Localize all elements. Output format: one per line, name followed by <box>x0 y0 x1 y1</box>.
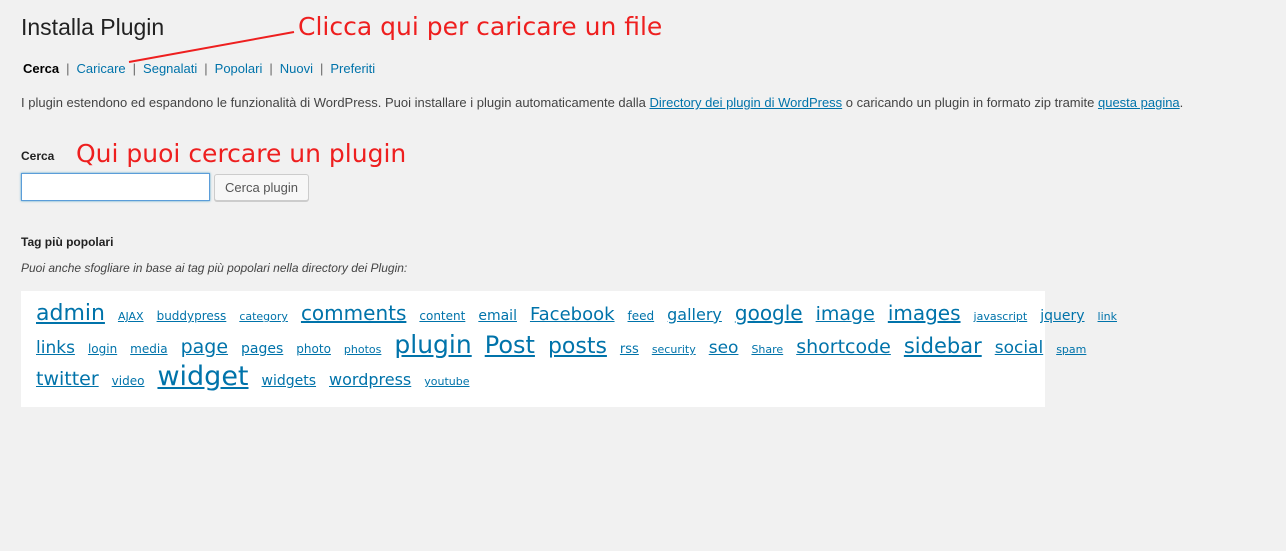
tag-link-wordpress[interactable]: wordpress <box>329 364 411 396</box>
intro-text: I plugin estendono ed espandono le funzi… <box>21 95 1183 110</box>
popular-tags-heading: Tag più popolari <box>21 235 114 249</box>
tag-link-video[interactable]: video <box>112 365 145 397</box>
subnav-segnalati[interactable]: Segnalati <box>143 61 197 76</box>
tag-cloud-line: links login media page pages photo photos plugi… <box>36 329 1086 364</box>
subnav-cerca[interactable]: Cerca <box>23 61 59 76</box>
upload-page-link[interactable]: questa pagina <box>1098 95 1180 110</box>
tag-link-jquery[interactable]: jquery <box>1040 300 1084 332</box>
tag-link-sidebar[interactable]: sidebar <box>904 330 982 362</box>
tag-link-javascript[interactable]: javascript <box>974 301 1028 333</box>
tag-link-ajax[interactable]: AJAX <box>118 301 144 333</box>
tag-link-shortcode[interactable]: shortcode <box>796 331 891 363</box>
subnav-separator: | <box>320 61 324 76</box>
tag-link-login[interactable]: login <box>88 333 117 365</box>
tag-link-comments[interactable]: comments <box>301 297 406 329</box>
tag-link-email[interactable]: email <box>478 300 517 332</box>
subnav-preferiti[interactable]: Preferiti <box>330 61 375 76</box>
search-annotation: Qui puoi cercare un plugin <box>76 139 407 168</box>
tag-link-link[interactable]: link <box>1098 301 1117 333</box>
tag-link-links[interactable]: links <box>36 332 75 364</box>
tag-link-plugin[interactable]: plugin <box>394 329 471 361</box>
search-input[interactable] <box>21 173 210 201</box>
tag-link-category[interactable]: category <box>239 301 288 333</box>
intro-text-middle: o caricando un plugin in formato zip tra… <box>842 95 1098 110</box>
tag-link-photos[interactable]: photos <box>344 334 381 366</box>
subnav-separator: | <box>269 61 273 76</box>
subnav-caricare[interactable]: Caricare <box>77 61 126 76</box>
tag-link-social[interactable]: social <box>995 332 1043 364</box>
subnav-separator: | <box>204 61 208 76</box>
intro-text-after: . <box>1179 95 1184 110</box>
search-plugin-button[interactable]: Cerca plugin <box>214 174 309 201</box>
tag-link-share[interactable]: Share <box>751 334 783 366</box>
tag-link-gallery[interactable]: gallery <box>667 299 722 331</box>
tag-cloud: admin AJAX buddypress category comments conte… <box>21 291 1117 407</box>
tag-link-photo[interactable]: photo <box>296 333 331 365</box>
tag-link-images[interactable]: images <box>888 297 961 329</box>
tag-link-twitter[interactable]: twitter <box>36 363 99 395</box>
plugin-directory-link[interactable]: Directory dei plugin di WordPress <box>650 95 843 110</box>
subnav-popolari[interactable]: Popolari <box>215 61 263 76</box>
popular-tags-description: Puoi anche sfogliare in base ai tag più … <box>21 261 408 275</box>
tag-cloud-line: admin AJAX buddypress category comments conte… <box>36 297 1117 332</box>
tag-link-page[interactable]: page <box>181 331 228 363</box>
tag-cloud-line: twitter video widget widgets wordpress youtub… <box>36 361 1031 393</box>
search-label: Cerca <box>21 149 55 163</box>
tag-link-seo[interactable]: seo <box>709 332 739 364</box>
tag-link-rss[interactable]: rss <box>620 334 639 366</box>
subnav-separator: | <box>132 61 137 76</box>
annotation-arrow <box>128 31 295 63</box>
tag-link-widget[interactable]: widget <box>157 361 248 393</box>
tag-link-post[interactable]: Post <box>485 329 535 361</box>
plugin-filter-subnav: Cerca | Caricare | Segnalati | Popolari | Nuovi |… <box>23 61 375 76</box>
tag-link-security[interactable]: security <box>652 334 696 366</box>
subnav-nuovi[interactable]: Nuovi <box>280 61 313 76</box>
install-plugin-page: Installa Plugin Clicca qui per caricare … <box>0 0 1286 551</box>
annotation-arrow-line <box>128 31 295 63</box>
tag-link-admin[interactable]: admin <box>36 298 105 330</box>
tag-link-youtube[interactable]: youtube <box>424 366 469 398</box>
subnav-separator: | <box>66 61 70 76</box>
tag-link-google[interactable]: google <box>735 297 803 329</box>
tag-link-widgets[interactable]: widgets <box>262 365 317 397</box>
tag-link-content[interactable]: content <box>419 300 465 332</box>
tag-link-posts[interactable]: posts <box>548 331 607 363</box>
tag-link-facebook[interactable]: Facebook <box>530 299 615 331</box>
tag-link-feed[interactable]: feed <box>628 300 655 332</box>
tag-link-image[interactable]: image <box>816 298 875 330</box>
intro-text-before: I plugin estendono ed espandono le funzi… <box>21 95 650 110</box>
tag-link-spam[interactable]: spam <box>1056 334 1086 366</box>
tag-link-buddypress[interactable]: buddypress <box>157 300 227 332</box>
